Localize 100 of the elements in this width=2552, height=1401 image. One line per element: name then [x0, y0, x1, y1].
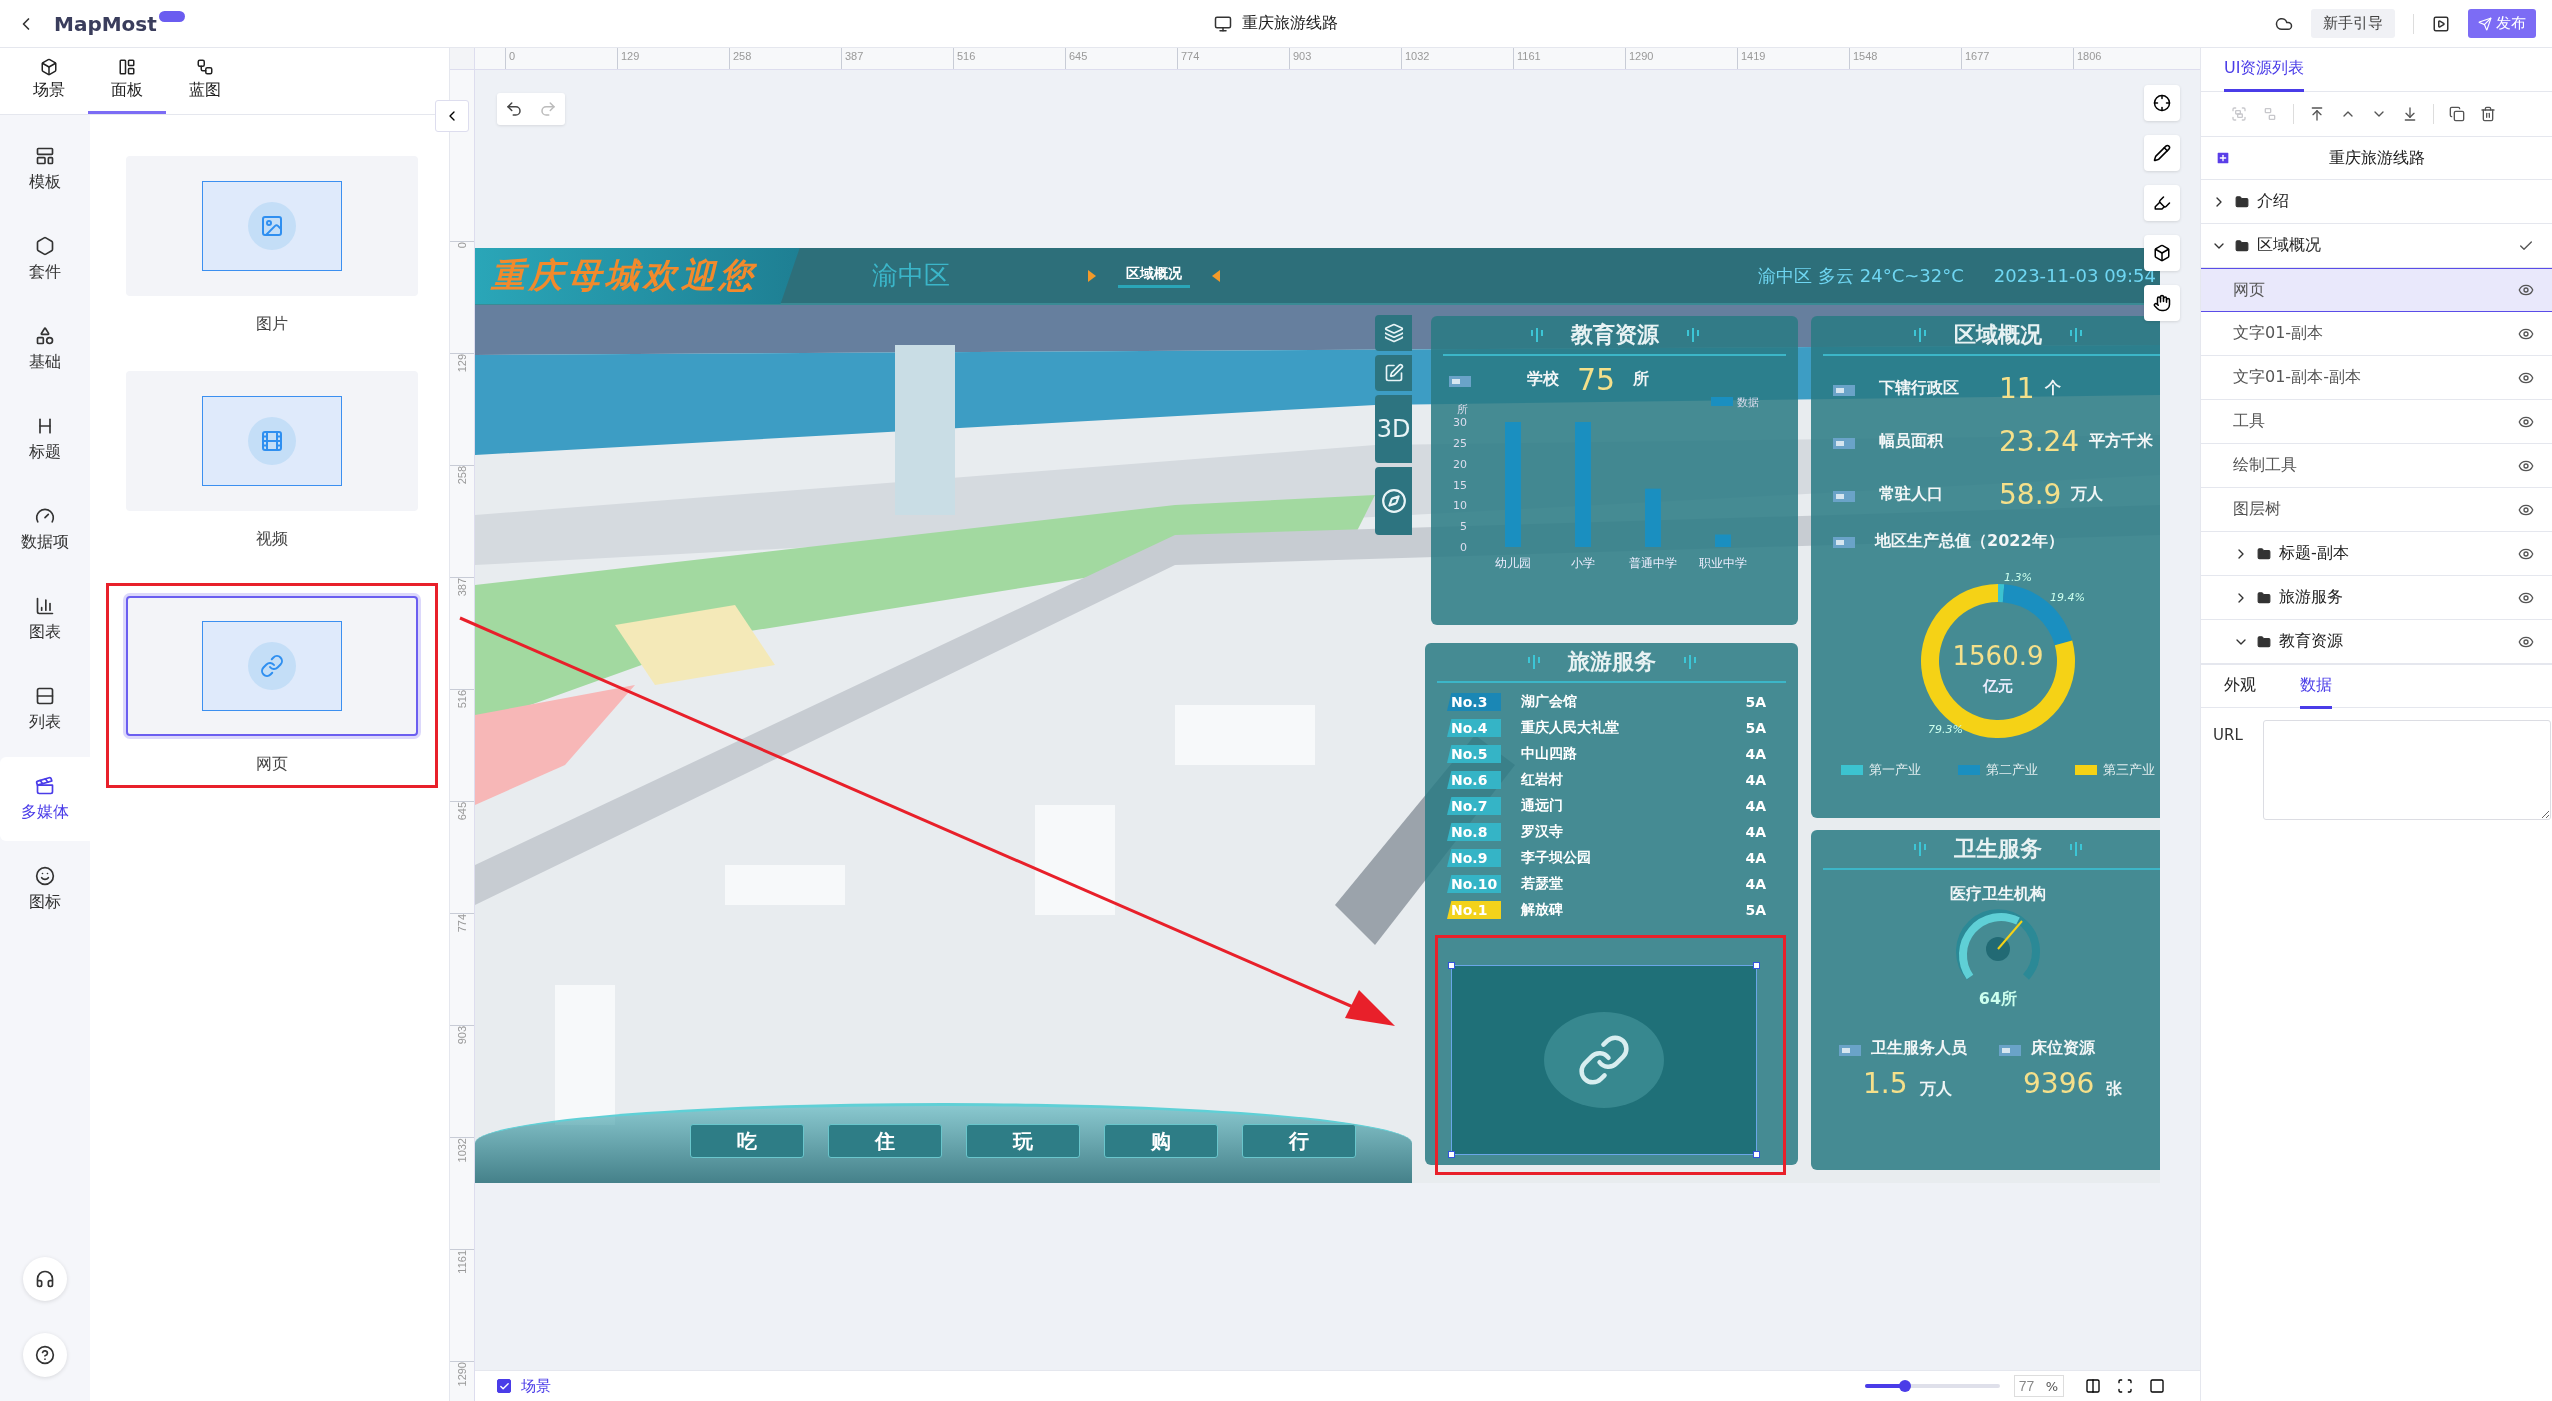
- layers-button[interactable]: [1375, 315, 1412, 351]
- category-item[interactable]: 图标: [0, 847, 90, 931]
- eye-icon[interactable]: [2518, 282, 2534, 298]
- hand-button[interactable]: [2144, 285, 2180, 321]
- component-label: 图片: [256, 314, 288, 335]
- tree-item[interactable]: 教育资源: [2201, 620, 2552, 664]
- panel-title: 区域概况: [1954, 321, 2042, 349]
- move-bottom-icon[interactable]: [2402, 106, 2418, 122]
- category-label: 幼儿园: [1495, 556, 1531, 570]
- resize-handle[interactable]: [1448, 1151, 1455, 1158]
- panel-tab[interactable]: 场景: [10, 48, 88, 114]
- fit-screen-button[interactable]: [2116, 1377, 2134, 1395]
- pen-square-icon: [1383, 363, 1404, 383]
- attraction-name: 李子坝公园: [1521, 849, 1592, 867]
- help-icon: [35, 1345, 55, 1365]
- nav-button[interactable]: 行: [1242, 1124, 1356, 1158]
- url-field[interactable]: [2262, 720, 2551, 820]
- rank-badge: No.5: [1447, 745, 1501, 763]
- collapse-button[interactable]: [435, 100, 469, 132]
- resize-handle[interactable]: [1753, 962, 1760, 969]
- preview-icon[interactable]: [2432, 14, 2450, 33]
- compass-button[interactable]: [1375, 467, 1412, 535]
- category-item[interactable]: 多媒体: [0, 757, 90, 841]
- category-item[interactable]: 套件: [0, 217, 90, 301]
- copy-icon[interactable]: [2449, 106, 2465, 122]
- stat-label: 床位资源: [2031, 1038, 2095, 1059]
- rank-badge: No.8: [1447, 823, 1501, 841]
- publish-button[interactable]: 发布: [2468, 9, 2536, 38]
- rank-badge: No.3: [1447, 693, 1501, 711]
- category-label: 普通中学: [1629, 556, 1677, 570]
- rank-badge: No.4: [1447, 719, 1501, 737]
- add-icon[interactable]: [2215, 150, 2231, 166]
- y-axis: 0 5 10 15 20 25 30: [1453, 416, 1467, 554]
- ruler-label: 645: [456, 802, 468, 823]
- resize-handle[interactable]: [1753, 1151, 1760, 1158]
- square-button[interactable]: [2148, 1377, 2166, 1395]
- ruler-label: 0: [456, 242, 468, 251]
- panel-tab[interactable]: 面板: [88, 48, 166, 114]
- component-card[interactable]: [126, 596, 418, 736]
- compass-icon: [1380, 488, 1407, 514]
- title-mark-icon: [1530, 328, 1543, 342]
- property-tab[interactable]: 数据: [2300, 665, 2332, 709]
- resource-tab[interactable]: UI资源列表: [2224, 48, 2305, 92]
- resize-handle[interactable]: [1448, 962, 1455, 969]
- tree-item[interactable]: 网页: [2201, 268, 2552, 312]
- support-button[interactable]: [23, 1257, 67, 1301]
- stat-icon: [1833, 534, 1855, 548]
- nav-button[interactable]: 玩: [966, 1124, 1080, 1158]
- tree-item[interactable]: 绘制工具: [2201, 444, 2552, 488]
- columns-button[interactable]: [2084, 1377, 2102, 1395]
- tree-item[interactable]: 旅游服务: [2201, 576, 2552, 620]
- panel-icon: [118, 58, 136, 76]
- stat-label: 常驻人口: [1879, 484, 1944, 505]
- bar-chart-icon: [35, 595, 55, 616]
- delete-icon[interactable]: [2480, 106, 2496, 122]
- gauge-value: 64所: [1978, 989, 2018, 1010]
- category-item[interactable]: 基础: [0, 307, 90, 391]
- attraction-grade: 4A: [1745, 798, 1766, 814]
- tree-label: 介绍: [2257, 191, 2290, 212]
- logo: MapMost: [54, 11, 157, 36]
- guide-button[interactable]: 新手引导: [2311, 9, 2395, 38]
- ruler-label: 1290: [1628, 49, 1654, 62]
- panel-tab[interactable]: 蓝图: [166, 48, 244, 114]
- slider-thumb[interactable]: [1899, 1380, 1912, 1392]
- scene-checkbox[interactable]: [497, 1379, 511, 1393]
- highlighter-button[interactable]: [2144, 185, 2180, 221]
- ruler-label: 903: [456, 1026, 468, 1047]
- help-button[interactable]: [23, 1333, 67, 1377]
- legend-label: 数据: [1737, 397, 1759, 409]
- section-tab[interactable]: 区域概况: [1118, 263, 1190, 288]
- nav-button[interactable]: 住: [828, 1124, 942, 1158]
- tree-item[interactable]: 工具: [2201, 400, 2552, 444]
- panel-title: 教育资源: [1570, 321, 1659, 349]
- title-mark-icon: [1914, 842, 1926, 856]
- tree-item[interactable]: 图层树: [2201, 488, 2552, 532]
- tree-item[interactable]: 文字01-副本: [2201, 312, 2552, 356]
- category-item[interactable]: 图表: [0, 577, 90, 661]
- category-item[interactable]: 列表: [0, 667, 90, 751]
- tree-root-label: 重庆旅游线路: [2327, 147, 2426, 169]
- nav-button[interactable]: 购: [1104, 1124, 1218, 1158]
- crosshair-button[interactable]: [2144, 85, 2180, 121]
- cube-button[interactable]: [2144, 235, 2180, 271]
- draw-button[interactable]: [1375, 355, 1412, 391]
- tree-item[interactable]: 标题-副本: [2201, 532, 2552, 576]
- category-item[interactable]: 模板: [0, 127, 90, 211]
- property-tab[interactable]: 外观: [2224, 665, 2256, 709]
- rows-icon: [35, 685, 55, 706]
- nav-button[interactable]: 吃: [690, 1124, 804, 1158]
- pencil-icon: [2153, 144, 2171, 162]
- pencil-button[interactable]: [2144, 135, 2180, 171]
- tree-item[interactable]: 介绍: [2201, 180, 2552, 224]
- category-item[interactable]: 标题: [0, 397, 90, 481]
- category-item[interactable]: 数据项: [0, 487, 90, 571]
- rank-badge: No.7: [1447, 797, 1501, 815]
- view-mode-button[interactable]: 3D: [1375, 395, 1412, 463]
- move-top-icon[interactable]: [2309, 106, 2325, 122]
- template-icon: [35, 145, 55, 166]
- attraction-name: 红岩村: [1521, 771, 1564, 789]
- tree-item[interactable]: 文字01-副本-副本: [2201, 356, 2552, 400]
- triangle-icon: [1088, 269, 1096, 282]
